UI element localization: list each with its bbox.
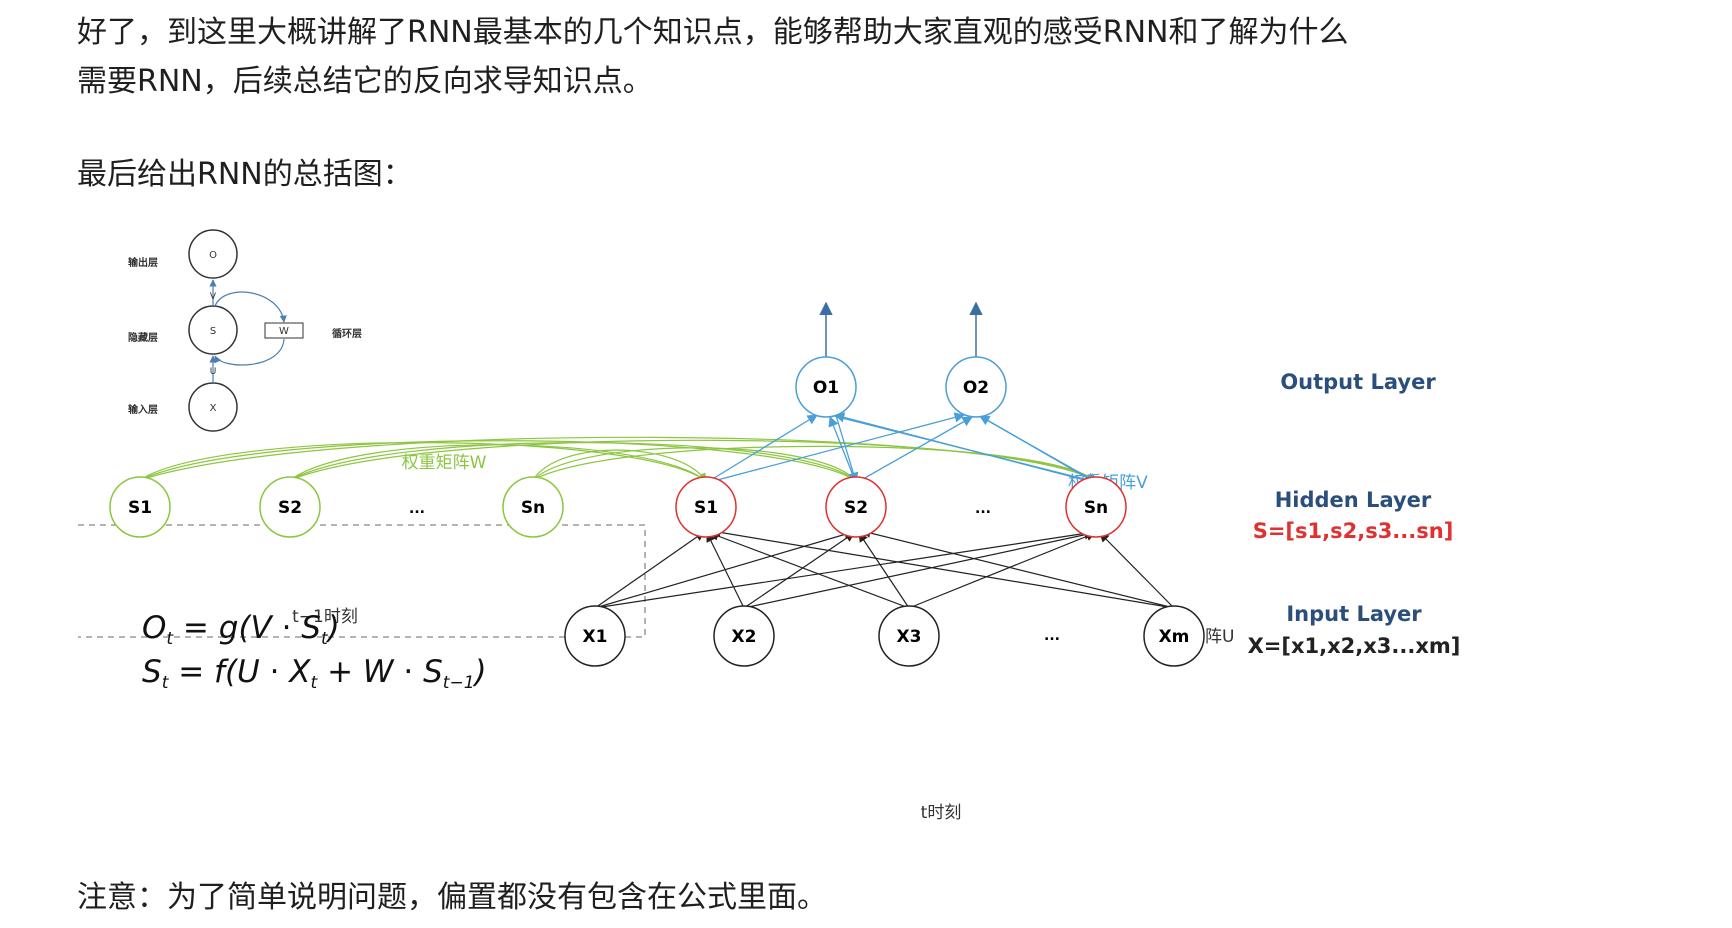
node-o1-label: O1: [813, 378, 839, 398]
figure-intro-paragraph: 最后给出RNN的总括图：: [77, 157, 413, 192]
node-xm-label: Xm: [1159, 627, 1190, 647]
prev-node-sn-label: Sn: [521, 498, 545, 518]
small-node-o-label: O: [209, 250, 217, 261]
intro-line-2: 需要RNN，后续总结它的反向求导知识点。: [77, 64, 653, 99]
node-x3-label: X3: [897, 627, 922, 647]
small-node-s-label: S: [210, 326, 216, 337]
weight-w-label: 权重矩阵W: [402, 453, 487, 473]
formula-s-rhs-b: + W ⋅ S: [317, 654, 443, 690]
hidden-node-dots: ...: [975, 501, 991, 517]
small-hidden-layer-label: 隐藏层: [128, 331, 158, 344]
hidden-layer-formula: S=[s1,s2,s3...sn]: [1253, 519, 1454, 543]
formula-s-lhs: S: [142, 654, 162, 690]
small-node-x-label: X: [210, 403, 217, 414]
small-input-layer-label: 输入层: [128, 403, 158, 416]
input-layer-title: Input Layer: [1286, 602, 1422, 626]
intro-line-1: 好了，到这里大概讲解了RNN最基本的几个知识点，能够帮助大家直观的感受RNN和了…: [77, 15, 1349, 50]
output-layer-title: Output Layer: [1280, 370, 1436, 394]
hidden-nodes: S1 S2 ... Sn: [675, 476, 1127, 538]
formula-o-rhs-b: ): [326, 610, 340, 646]
weight-w-connections: [139, 436, 1097, 482]
input-nodes: X1 X2 X3 ... Xm: [564, 605, 1205, 667]
small-rnn-diagram: 输出层 隐藏层 输入层 循环层 O S X W V U: [128, 229, 362, 432]
output-nodes: O1 O2: [795, 356, 1007, 418]
small-output-layer-label: 输出层: [128, 256, 158, 269]
rnn-overview-figure: 输出层 隐藏层 输入层 循环层 O S X W V U t−1时刻 权重矩阵W: [78, 229, 1461, 823]
formula-s-rhs-c: ): [473, 654, 487, 690]
formula-output: Ot = g(V ⋅ St): [142, 610, 340, 649]
node-x1-label: X1: [583, 627, 608, 647]
formula-o-lhs: O: [142, 610, 166, 646]
prev-node-dots: ...: [409, 501, 425, 517]
formula-s-rhs-a: = f(U ⋅ X: [168, 654, 311, 690]
weight-u-connections: [594, 527, 1175, 609]
small-edge-u-label: U: [210, 367, 217, 377]
prev-hidden-nodes: S1 S2 ... Sn: [109, 476, 564, 538]
formula-o-rhs-a: = g(V ⋅ S: [173, 610, 321, 646]
layer-titles: Output Layer Hidden Layer S=[s1,s2,s3...…: [1248, 370, 1461, 658]
node-x2-label: X2: [732, 627, 757, 647]
small-edge-v-label: V: [210, 292, 217, 302]
intro-paragraph: 好了，到这里大概讲解了RNN最基本的几个知识点，能够帮助大家直观的感受RNN和了…: [77, 8, 1497, 106]
hidden-layer-title: Hidden Layer: [1275, 488, 1432, 512]
input-layer-formula: X=[x1,x2,x3...xm]: [1248, 634, 1461, 658]
small-loop-layer-label: 循环层: [332, 327, 362, 340]
formula-s-rhs-sub2: t−1: [443, 673, 475, 693]
small-node-w-label: W: [279, 326, 289, 337]
note-paragraph: 注意：为了简单说明问题，偏置都没有包含在公式里面。: [77, 880, 827, 915]
formula-hidden: St = f(U ⋅ Xt + W ⋅ St−1): [142, 654, 487, 693]
node-sn-label: Sn: [1084, 498, 1108, 518]
prev-node-s1-label: S1: [128, 498, 152, 518]
node-s1-label: S1: [694, 498, 718, 518]
node-s2-label: S2: [844, 498, 868, 518]
input-node-dots: ...: [1044, 628, 1060, 644]
node-o2-label: O2: [963, 378, 989, 398]
prev-node-s2-label: S2: [278, 498, 302, 518]
formula-block: Ot = g(V ⋅ St) St = f(U ⋅ Xt + W ⋅ St−1): [142, 610, 487, 693]
cur-time-label: t时刻: [921, 803, 962, 823]
